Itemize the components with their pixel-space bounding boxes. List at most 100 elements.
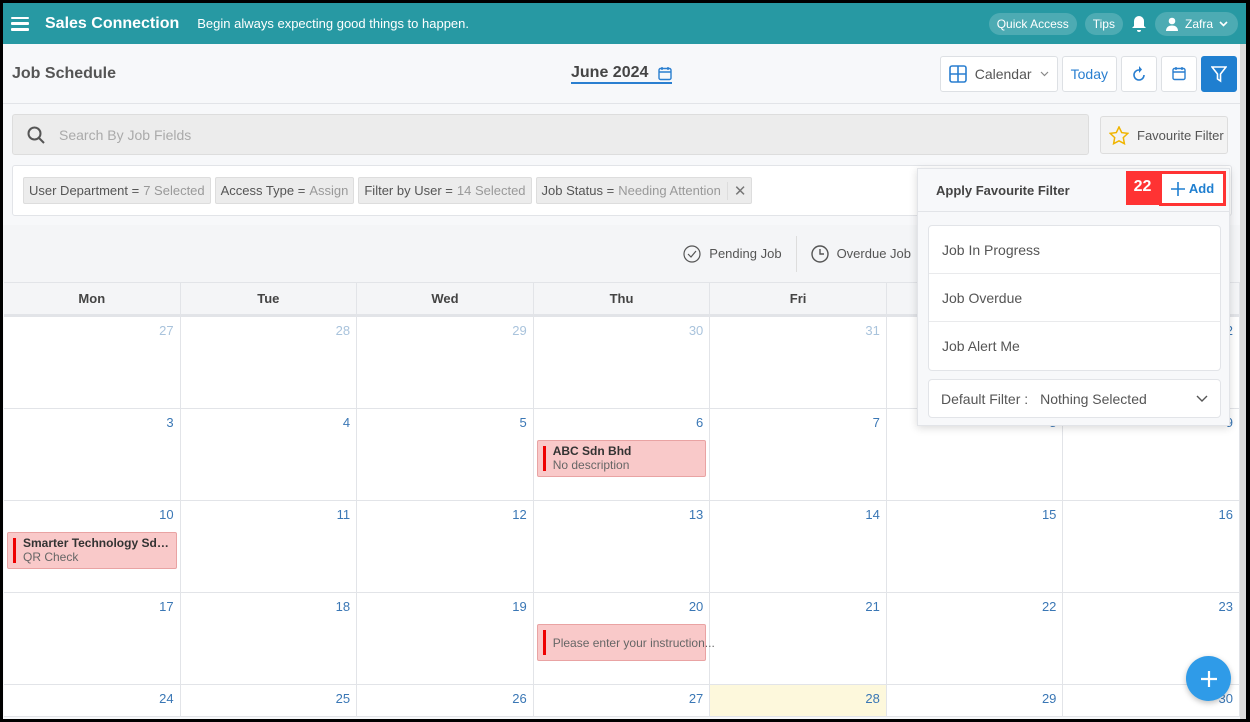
- day-cell[interactable]: 16: [1063, 501, 1240, 593]
- add-job-button[interactable]: [1186, 656, 1231, 701]
- day-number[interactable]: 27: [10, 323, 173, 338]
- date-picker-button[interactable]: [1161, 55, 1197, 92]
- view-select[interactable]: Calendar: [939, 55, 1058, 92]
- refresh-button[interactable]: [1121, 55, 1157, 92]
- day-cell[interactable]: 28: [710, 685, 887, 717]
- favourite-item[interactable]: Job In Progress: [929, 226, 1220, 274]
- day-cell[interactable]: 10 Smarter Technology Sdn Bh...QR Check: [4, 501, 181, 593]
- day-cell[interactable]: 21: [710, 593, 887, 685]
- day-number[interactable]: 27: [540, 691, 703, 706]
- day-cell[interactable]: 4: [180, 409, 358, 501]
- day-number[interactable]: 5: [363, 415, 526, 430]
- day-number[interactable]: 16: [1069, 507, 1233, 522]
- day-number[interactable]: 31: [716, 323, 879, 338]
- day-number[interactable]: 19: [363, 599, 526, 614]
- legend-label: Overdue Job: [836, 246, 911, 261]
- favourite-item[interactable]: Job Alert Me: [929, 322, 1220, 370]
- day-number[interactable]: 29: [363, 323, 526, 338]
- day-number[interactable]: 26: [363, 691, 526, 706]
- day-cell[interactable]: 13: [533, 501, 711, 593]
- calendar-icon[interactable]: [658, 66, 673, 81]
- job-event[interactable]: Smarter Technology Sdn Bh...QR Check: [7, 532, 177, 569]
- day-cell[interactable]: 31: [710, 317, 887, 409]
- day-number[interactable]: 4: [187, 415, 350, 430]
- month-label[interactable]: June 2024: [571, 64, 648, 82]
- day-number[interactable]: 3: [10, 415, 173, 430]
- day-number[interactable]: 11: [187, 507, 351, 522]
- legend-overdue[interactable]: Overdue Job: [797, 235, 926, 272]
- day-number[interactable]: 28: [716, 691, 879, 706]
- day-number[interactable]: 25: [187, 691, 350, 706]
- day-number[interactable]: 17: [10, 599, 173, 614]
- day-number[interactable]: 24: [10, 691, 173, 706]
- day-cell[interactable]: 5: [357, 409, 534, 501]
- brand-name[interactable]: Sales Connection: [45, 15, 179, 33]
- day-number[interactable]: 6: [540, 415, 703, 430]
- tips-button[interactable]: Tips: [1084, 12, 1123, 35]
- quick-access-button[interactable]: Quick Access: [988, 12, 1077, 35]
- search-input[interactable]: [59, 126, 959, 143]
- day-cell[interactable]: 3: [4, 409, 181, 501]
- day-cell[interactable]: 29: [357, 317, 534, 409]
- day-cell[interactable]: 27: [533, 685, 711, 717]
- user-menu[interactable]: Zafra: [1154, 11, 1238, 36]
- month-picker[interactable]: June 2024: [571, 64, 673, 84]
- bell-icon[interactable]: [1131, 15, 1147, 33]
- filter-chip[interactable]: Access Type = Assign: [214, 177, 355, 204]
- job-event[interactable]: Please enter your instruction...: [536, 624, 715, 661]
- default-filter-select[interactable]: Default Filter : Nothing Selected: [928, 379, 1221, 418]
- day-cell[interactable]: 22: [886, 593, 1064, 685]
- today-button[interactable]: Today: [1061, 55, 1117, 92]
- day-cell[interactable]: 6 ABC Sdn Bhd No description: [533, 409, 711, 501]
- day-number[interactable]: 28: [187, 323, 350, 338]
- menu-icon[interactable]: [11, 16, 29, 31]
- day-cell[interactable]: 26: [357, 685, 534, 717]
- day-cell[interactable]: 30: [533, 317, 711, 409]
- favourite-filter-button[interactable]: Favourite Filter: [1100, 116, 1228, 154]
- day-cell[interactable]: 28: [180, 317, 358, 409]
- day-cell[interactable]: 18: [180, 593, 358, 685]
- day-number[interactable]: 18: [187, 599, 350, 614]
- day-number[interactable]: 20: [540, 599, 703, 614]
- day-cell[interactable]: 11: [180, 501, 358, 593]
- day-number[interactable]: 10: [10, 507, 173, 522]
- favourite-item[interactable]: Job Overdue: [929, 274, 1220, 322]
- day-cell[interactable]: 29: [886, 685, 1064, 717]
- day-number[interactable]: 14: [716, 507, 879, 522]
- day-cell[interactable]: 27: [4, 317, 181, 409]
- day-cell[interactable]: 20 Please enter your instruction...: [533, 593, 715, 685]
- day-cell[interactable]: 24: [4, 685, 181, 717]
- filter-chip[interactable]: User Department = 7 Selected: [23, 177, 211, 204]
- default-filter-value: Nothing Selected: [1040, 390, 1147, 407]
- day-number[interactable]: 12: [363, 507, 526, 522]
- day-cell[interactable]: 17: [4, 593, 181, 685]
- day-cell[interactable]: 7: [710, 409, 887, 501]
- filter-chip[interactable]: Filter by User = 14 Selected: [358, 177, 532, 204]
- filter-chip[interactable]: Job Status = Needing Attention ✕: [535, 177, 753, 204]
- day-number[interactable]: 22: [893, 599, 1056, 614]
- legend-pending[interactable]: Pending Job: [669, 235, 797, 272]
- popup-header: Apply Favourite Filter 22 Add: [918, 169, 1229, 212]
- day-cell[interactable]: 15: [886, 501, 1064, 593]
- search-icon: [27, 126, 45, 144]
- scrollbar[interactable]: [1240, 44, 1246, 719]
- day-number[interactable]: 21: [716, 599, 879, 614]
- day-cell[interactable]: 14: [710, 501, 887, 593]
- motto: Begin always expecting good things to ha…: [197, 16, 469, 31]
- day-number[interactable]: 15: [893, 507, 1056, 522]
- clear-filters-icon[interactable]: ✕: [726, 181, 746, 200]
- day-cell[interactable]: 25: [180, 685, 358, 717]
- filter-button[interactable]: [1201, 55, 1237, 92]
- day-cell[interactable]: 19: [357, 593, 534, 685]
- day-number[interactable]: 30: [540, 323, 703, 338]
- chevron-down-icon: [1219, 20, 1228, 27]
- add-favourite-button[interactable]: Add: [1159, 171, 1226, 206]
- filter-value: Needing Attention: [618, 183, 721, 198]
- day-number[interactable]: 13: [540, 507, 703, 522]
- day-number[interactable]: 29: [893, 691, 1056, 706]
- annotation-badge: 22: [1126, 171, 1159, 205]
- day-number[interactable]: 23: [1069, 599, 1233, 614]
- day-cell[interactable]: 12: [357, 501, 534, 593]
- job-event[interactable]: ABC Sdn Bhd No description: [536, 440, 707, 477]
- day-number[interactable]: 7: [716, 415, 880, 430]
